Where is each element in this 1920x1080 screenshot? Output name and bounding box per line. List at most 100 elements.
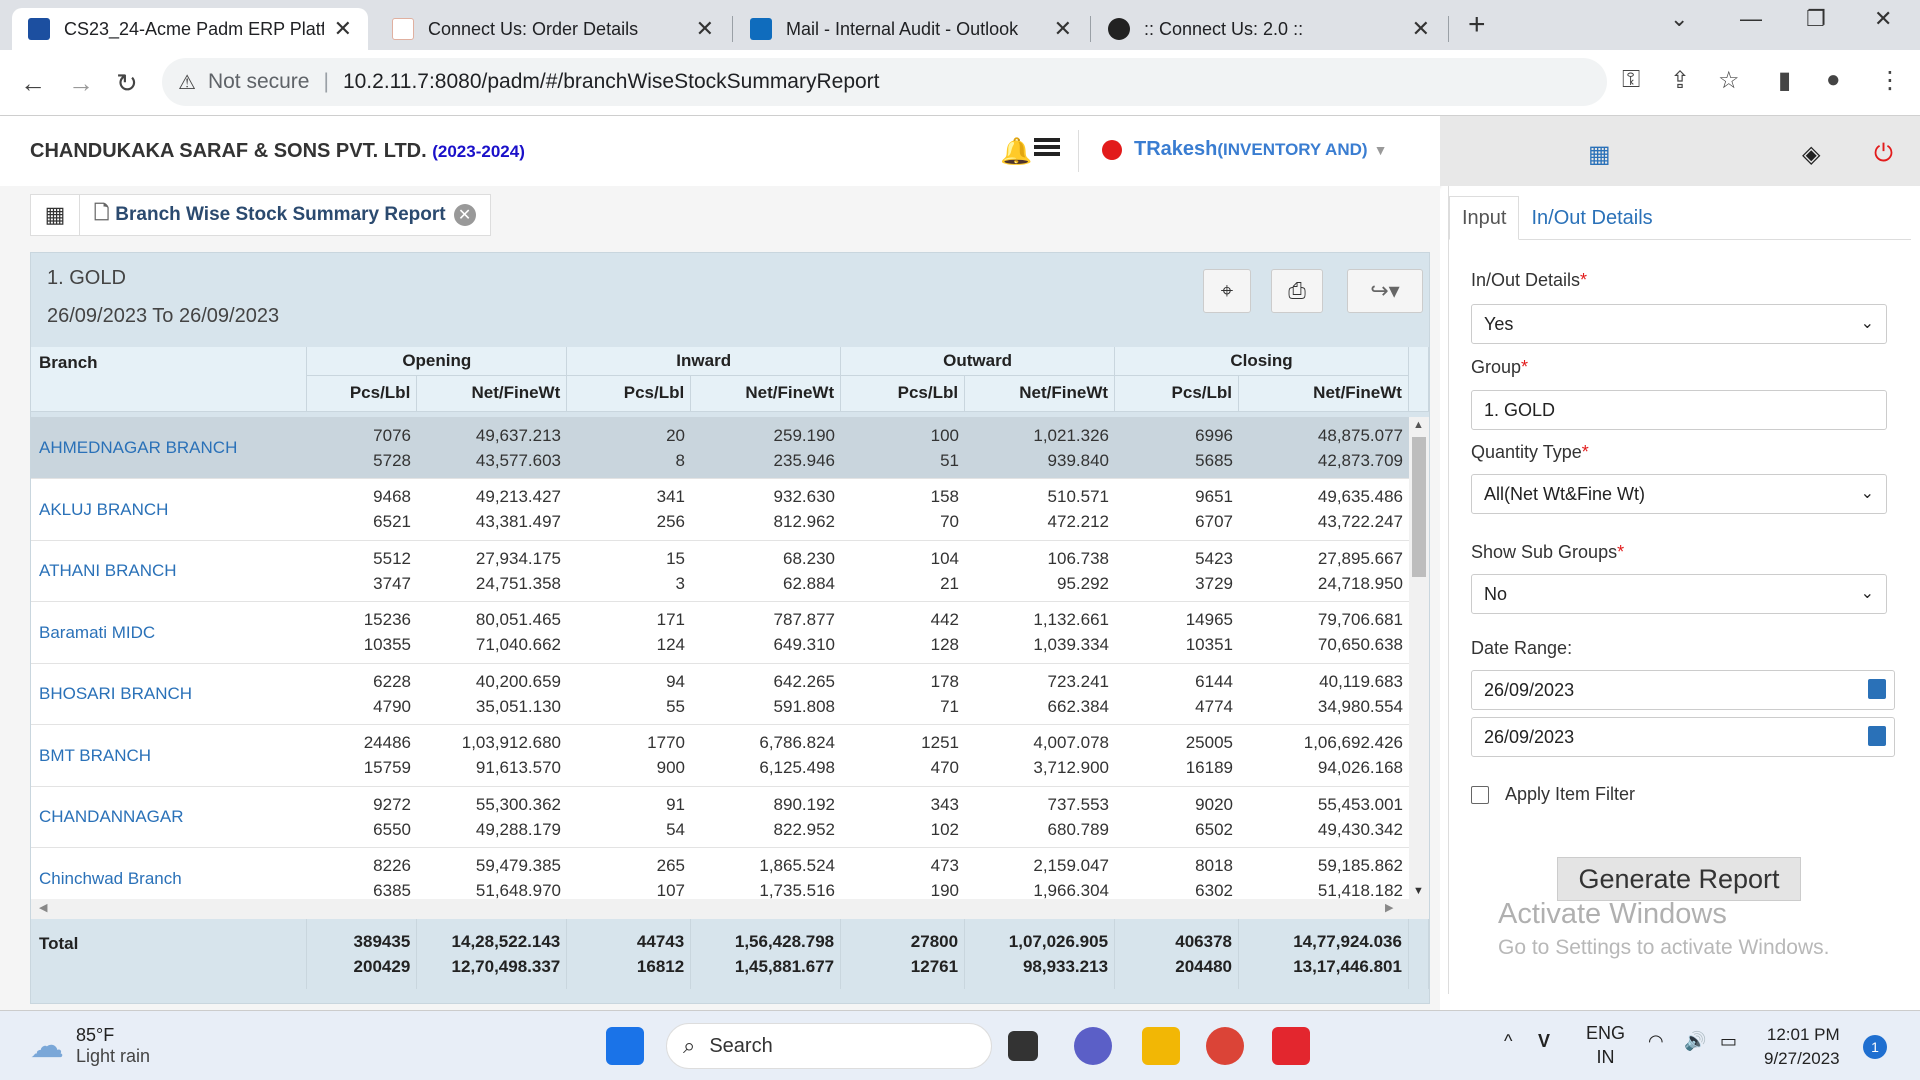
date-to-field[interactable]: 26/09/2023 — [1471, 717, 1895, 757]
user-menu[interactable]: TRakesh (INVENTORY AND) ▼ — [1102, 138, 1387, 161]
table-row[interactable]: AKLUJ BRANCH 9468 6521 49,213.427 43,381.497… — [31, 478, 1409, 541]
table-row[interactable]: Baramati MIDC 15236 10355 80,051.465 71,040.… — [31, 601, 1409, 664]
close-report-tab-icon[interactable]: ✕ — [453, 204, 476, 226]
branch-name-link[interactable]: BMT BRANCH — [31, 724, 307, 787]
inout-select[interactable]: Yes ⌄ — [1471, 304, 1887, 344]
map-pin-button[interactable]: ⌖ — [1203, 269, 1251, 313]
task-view-icon[interactable] — [1008, 1031, 1038, 1061]
close-tab-icon[interactable]: ✕ — [1054, 16, 1072, 42]
show-subgroups-select[interactable]: No ⌄ — [1471, 574, 1887, 614]
calendar-icon[interactable]: ▦ — [1588, 140, 1611, 169]
browser-tab-erp[interactable]: CS23_24-Acme Padm ERP Platfo ✕ — [12, 8, 368, 50]
file-explorer-icon[interactable] — [1142, 1027, 1180, 1065]
share-dropdown-button[interactable]: ↪▾ — [1347, 269, 1423, 313]
close-tab-icon[interactable]: ✕ — [696, 16, 714, 42]
branch-name-link[interactable]: AKLUJ BRANCH — [31, 478, 307, 541]
table-row[interactable]: BMT BRANCH 24486 15759 1,03,912.680 91,613.5… — [31, 724, 1409, 787]
scroll-up-icon[interactable]: ▲ — [1413, 419, 1424, 431]
date-from-field[interactable]: 26/09/2023 — [1471, 670, 1895, 710]
notification-badge[interactable]: 1 — [1863, 1035, 1887, 1059]
table-cell: 9020 6502 — [1115, 786, 1239, 848]
table-row[interactable]: AHMEDNAGAR BRANCH 7076 5728 49,637.213 43,57… — [31, 417, 1409, 479]
menu-list-icon[interactable] — [1034, 138, 1060, 160]
system-clock[interactable]: 12:01 PM 9/27/2023 — [1764, 1023, 1840, 1071]
bell-icon[interactable]: 🔔 — [1000, 136, 1032, 167]
branch-name-link[interactable]: BHOSARI BRANCH — [31, 663, 307, 725]
branch-name-link[interactable]: AHMEDNAGAR BRANCH — [31, 417, 307, 479]
horizontal-scrollbar[interactable]: ◀ ▶ — [31, 899, 1429, 919]
total-in-wt: 1,56,428.798 1,45,881.677 — [690, 919, 842, 989]
battery-icon[interactable]: ▭ — [1720, 1031, 1737, 1052]
url-bar[interactable]: ⚠ Not secure | 10.2.11.7:8080/padm/#/bra… — [162, 58, 1607, 106]
table-cell: 1251 470 — [841, 724, 965, 787]
scroll-right-icon[interactable]: ▶ — [1385, 901, 1393, 914]
wps-office-icon[interactable] — [1272, 1027, 1310, 1065]
minimize-icon[interactable]: — — [1740, 6, 1762, 32]
close-tab-icon[interactable]: ✕ — [334, 16, 352, 42]
print-button[interactable]: ⎙ — [1271, 269, 1323, 313]
branch-name-link[interactable]: ATHANI BRANCH — [31, 540, 307, 602]
table-row[interactable]: Chinchwad Branch 8226 6385 59,479.385 51,648… — [31, 847, 1409, 899]
table-cell: 100 51 — [841, 417, 965, 479]
browser-tab-order-details[interactable]: Connect Us: Order Details ✕ — [376, 8, 730, 50]
volume-icon[interactable]: 🔊 — [1684, 1031, 1706, 1052]
table-row[interactable]: BHOSARI BRANCH 6228 4790 40,200.659 35,051.1… — [31, 663, 1409, 725]
outward-header: Outward — [840, 347, 1116, 376]
table-row[interactable]: CHANDANNAGAR 9272 6550 55,300.362 49,288.179… — [31, 786, 1409, 848]
more-menu-icon[interactable]: ⋮ — [1878, 66, 1902, 95]
activate-windows-subtext: Go to Settings to activate Windows. — [1498, 936, 1830, 959]
table-cell: 158 70 — [841, 478, 965, 541]
tab-input[interactable]: Input — [1449, 196, 1520, 240]
key-icon[interactable]: ⚿ — [1622, 66, 1640, 94]
tab-inout-details[interactable]: In/Out Details — [1519, 196, 1664, 240]
browser-tab-connectus[interactable]: :: Connect Us: 2.0 :: ✕ — [1092, 8, 1446, 50]
windows-start-icon[interactable] — [606, 1027, 644, 1065]
new-tab-button[interactable]: + — [1468, 8, 1486, 42]
restore-icon[interactable]: ❐ — [1806, 6, 1826, 32]
share-icon[interactable]: ⇪ — [1670, 66, 1690, 95]
report-header-table: Branch Opening Inward Outward Closing Pc… — [31, 347, 1430, 412]
apply-item-filter-checkbox[interactable] — [1471, 785, 1489, 804]
reload-icon[interactable]: ↻ — [116, 68, 138, 99]
back-icon[interactable]: ← — [20, 68, 46, 99]
generate-report-button[interactable]: Generate Report — [1557, 857, 1801, 901]
table-row[interactable]: ATHANI BRANCH 5512 3747 27,934.175 24,751.35… — [31, 540, 1409, 602]
scroll-left-icon[interactable]: ◀ — [39, 901, 47, 914]
report-tab[interactable]: 🗋 Branch Wise Stock Summary Report ✕ — [80, 194, 491, 236]
group-field[interactable]: 1. GOLD — [1471, 390, 1887, 430]
teams-chat-icon[interactable] — [1074, 1027, 1112, 1065]
calendar-icon[interactable] — [1868, 726, 1886, 746]
table-cell: 1,03,912.680 91,613.570 — [417, 724, 567, 787]
scroll-down-icon[interactable]: ▼ — [1413, 885, 1424, 897]
table-cell: 5512 3747 — [307, 540, 417, 602]
report-group-title: 1. GOLD — [47, 267, 126, 289]
apps-grid-icon[interactable]: ▦ — [30, 194, 80, 236]
weather-widget[interactable]: ☁ 85°F Light rain — [30, 1025, 150, 1067]
pcs-header: Pcs/Lbl — [306, 375, 418, 412]
show-hidden-icons-icon[interactable]: ^ — [1504, 1031, 1512, 1052]
scroll-thumb[interactable] — [1412, 437, 1426, 577]
branch-name-link[interactable]: Chinchwad Branch — [31, 847, 307, 899]
calendar-icon[interactable] — [1868, 679, 1886, 699]
close-tab-icon[interactable]: ✕ — [1412, 16, 1430, 42]
wifi-icon[interactable]: ◠ — [1648, 1031, 1664, 1052]
forward-icon[interactable]: → — [68, 68, 94, 99]
eye-slash-icon[interactable]: ◈ — [1802, 140, 1820, 169]
branch-name-link[interactable]: Baramati MIDC — [31, 601, 307, 664]
bookmark-star-icon[interactable]: ☆ — [1718, 66, 1740, 95]
chrome-icon[interactable] — [1206, 1027, 1244, 1065]
quantity-type-select[interactable]: All(Net Wt&Fine Wt) ⌄ — [1471, 474, 1887, 514]
branch-name-link[interactable]: CHANDANNAGAR — [31, 786, 307, 848]
vertical-scrollbar[interactable]: ▲ ▼ — [1409, 417, 1429, 899]
language-indicator[interactable]: ENG IN — [1586, 1021, 1625, 1069]
tab-search-icon[interactable]: ⌄ — [1670, 6, 1688, 32]
profile-avatar-icon[interactable]: ● — [1826, 66, 1841, 94]
power-icon[interactable]: ⏻ — [1874, 140, 1893, 168]
tally-tray-icon[interactable]: V — [1538, 1031, 1550, 1052]
taskbar-search[interactable]: ⌕ Search — [666, 1023, 992, 1069]
browser-tab-outlook[interactable]: Mail - Internal Audit - Outlook ✕ — [734, 8, 1088, 50]
close-window-icon[interactable]: ✕ — [1874, 6, 1892, 32]
total-cl-pcs: 406378 204480 — [1114, 919, 1239, 989]
side-panel-icon[interactable]: ▮ — [1778, 66, 1791, 95]
apply-item-filter[interactable]: Apply Item Filter — [1471, 784, 1635, 805]
